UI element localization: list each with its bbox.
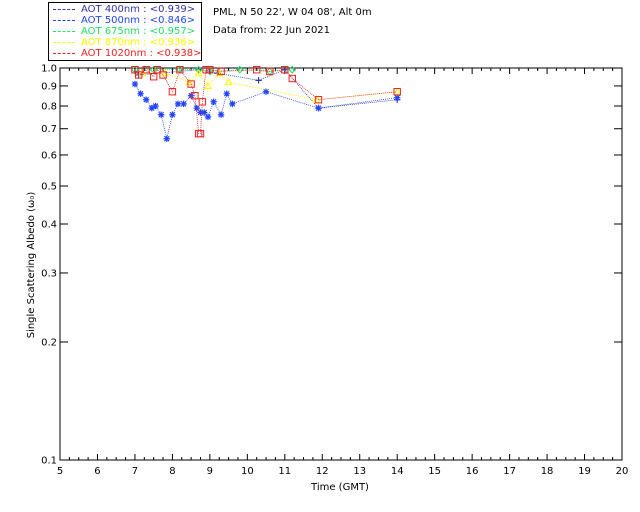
- x-tick-label: 12: [316, 466, 329, 477]
- x-tick-label: 8: [169, 466, 175, 477]
- plot-frame: [59, 67, 623, 461]
- data-point-aot-870nm: [393, 87, 402, 95]
- albedo-chart: 5 6 7 8 9 10 11 12 13 14 15 16 17 18 19 20 0.1 0.2 0.3 0.4 0…: [26, 64, 628, 494]
- legend-item-400nm: AOT 400nm : <0.939>: [53, 4, 195, 15]
- x-tick-label: 19: [578, 466, 591, 477]
- data-point-aot-500nm: [394, 94, 401, 101]
- y-tick-label: 0.3: [41, 268, 57, 279]
- data-point-aot-500nm: [169, 111, 176, 118]
- data-point-aot-500nm: [137, 90, 144, 97]
- legend-swatch-400nm: [53, 8, 75, 10]
- legend-item-1020nm: AOT 1020nm : <0.938>: [53, 48, 201, 59]
- data-marks: [131, 65, 402, 142]
- x-tick-label: 13: [353, 466, 366, 477]
- legend-swatch-870nm: [53, 41, 75, 43]
- data-point-aot-500nm: [229, 100, 236, 108]
- axes: 5 6 7 8 9 10 11 12 13 14 15 16 17 18 19 20 0.1 0.2 0.3 0.4 0…: [41, 64, 628, 478]
- legend-item-675nm: AOT 675nm : <0.957>: [53, 26, 195, 37]
- legend-label-500nm: AOT 500nm : <0.846>: [81, 15, 196, 26]
- legend-item-500nm: AOT 500nm : <0.846>: [53, 15, 195, 26]
- x-tick-label: 7: [132, 466, 138, 477]
- series-aot-1020nm: [131, 66, 401, 138]
- legend: AOT 400nm : <0.939> AOT 500nm : <0.846> …: [48, 2, 202, 61]
- x-tick-label: 10: [241, 466, 254, 477]
- y-tick-label: 0.7: [41, 124, 57, 135]
- legend-label-1020nm: AOT 1020nm : <0.938>: [81, 48, 202, 59]
- data-point-aot-500nm: [315, 104, 322, 112]
- legend-item-870nm: AOT 870nm : <0.936>: [53, 37, 195, 48]
- data-point-aot-500nm: [204, 113, 212, 121]
- x-axis-label: Time (GMT): [310, 482, 369, 493]
- legend-swatch-675nm: [53, 30, 75, 32]
- legend-label-400nm: AOT 400nm : <0.939>: [81, 4, 196, 15]
- x-tick-label: 9: [207, 466, 213, 477]
- data-point-aot-500nm: [180, 100, 187, 108]
- data-point-aot-500nm: [131, 80, 139, 88]
- data-point-aot-500nm: [210, 98, 217, 105]
- legend-swatch-1020nm: [53, 52, 75, 54]
- y-tick-label: 0.4: [41, 219, 57, 230]
- legend-swatch-500nm: [53, 19, 75, 21]
- data-point-aot-500nm: [174, 100, 182, 108]
- y-tick-label: 0.2: [41, 337, 57, 348]
- legend-label-675nm: AOT 675nm : <0.957>: [81, 26, 196, 37]
- x-tick-label: 14: [391, 466, 404, 477]
- site-info: PML, N 50 22', W 04 08', Alt 0m: [213, 7, 372, 18]
- y-tick-label: 0.1: [41, 456, 57, 467]
- series-line-aot-1020nm: [134, 68, 398, 135]
- data-point-aot-500nm: [163, 135, 170, 142]
- y-tick-label: 0.5: [41, 182, 57, 193]
- data-point-aot-500nm: [157, 111, 165, 118]
- series-line-aot-870nm: [142, 72, 398, 101]
- y-tick-label: 0.8: [41, 101, 57, 112]
- x-tick-label: 18: [541, 466, 554, 477]
- data-point-aot-500nm: [187, 92, 195, 99]
- data-point-aot-400nm: [255, 77, 262, 84]
- x-tick-label: 11: [278, 466, 291, 477]
- x-tick-label: 5: [57, 466, 63, 477]
- date-info: Data from: 22 Jun 2021: [213, 25, 331, 36]
- x-tick-label: 6: [94, 466, 100, 477]
- data-point-aot-500nm: [262, 88, 270, 95]
- x-tick-label: 16: [466, 466, 479, 477]
- data-point-aot-500nm: [217, 111, 225, 118]
- data-point-aot-500nm: [142, 96, 150, 103]
- x-tick-label: 17: [503, 466, 516, 477]
- data-point-aot-500nm: [152, 102, 159, 110]
- legend-label-870nm: AOT 870nm : <0.936>: [81, 37, 196, 48]
- data-point-aot-500nm: [223, 90, 230, 97]
- y-tick-label: 0.9: [41, 81, 57, 92]
- x-tick-label: 15: [428, 466, 441, 477]
- y-tick-label: 0.6: [41, 150, 57, 161]
- x-tick-label: 20: [616, 466, 629, 477]
- series-aot-500nm: [131, 80, 401, 142]
- y-tick-label: 1.0: [41, 64, 57, 75]
- y-axis-label: Single Scattering Albedo (ω₀): [26, 192, 37, 339]
